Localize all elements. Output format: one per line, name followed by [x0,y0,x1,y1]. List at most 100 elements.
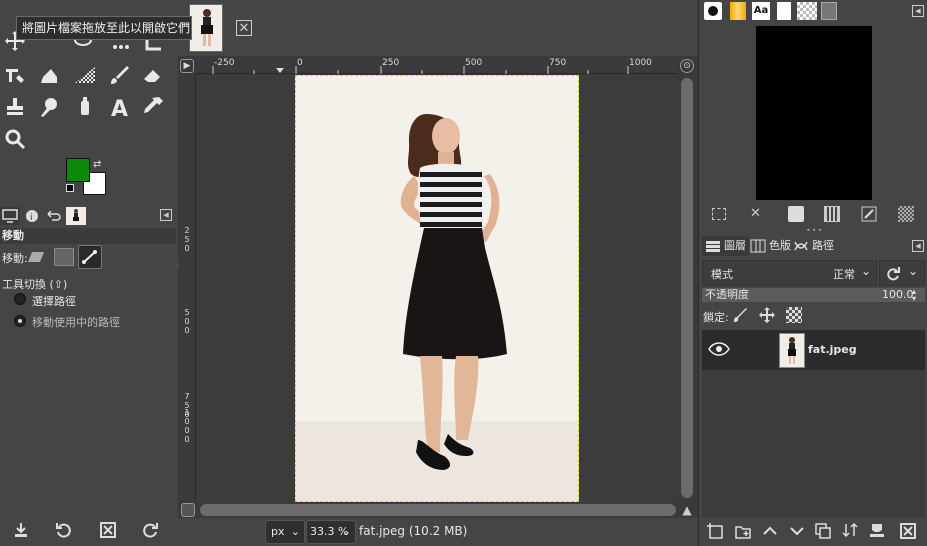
brushes-dock-tabs: Aa ◀ [700,0,927,24]
radio-move-active-path[interactable] [14,315,26,327]
zoom-select[interactable]: 33.3 % ⌄ [306,520,356,544]
image-canvas[interactable] [295,75,579,502]
layer-row[interactable]: fat.jpeg [702,330,925,370]
ruler-label: 0 [184,426,190,435]
transform-icon[interactable] [0,60,30,90]
fonts-tab-icon[interactable]: Aa [752,2,770,20]
pattern-edit-icon[interactable] [861,206,877,222]
drop-tooltip: 將圖片檔案拖放至此以開啟它們 [16,16,192,40]
new-layer-group-icon[interactable] [732,520,754,542]
ruler-label: 5 [184,308,190,317]
columns-icon[interactable] [824,206,840,222]
templates-tab-icon[interactable] [797,2,817,20]
horizontal-scrollbar-thumb[interactable] [200,504,676,516]
mode-value: 正常 [833,268,855,281]
spin-arrows-icon[interactable]: ▴ ▾ [912,288,916,303]
reset-options-icon[interactable] [138,518,162,542]
unit-select[interactable]: px ⌄ [265,520,305,544]
patterns-tab-icon[interactable] [730,2,746,20]
restore-options-icon[interactable] [52,518,76,542]
tool-options-tab-icon[interactable] [0,207,20,225]
eye-icon[interactable] [708,342,730,356]
ruler-label: 0 [184,326,190,335]
new-layer-icon[interactable] [705,520,727,542]
svg-text:i: i [30,213,33,223]
smudge-icon[interactable] [34,92,64,122]
duplicate-layer-icon[interactable] [812,520,834,542]
undo-history-tab-icon[interactable] [44,207,64,225]
delete-options-icon[interactable] [96,518,120,542]
tab-paths-label: 路徑 [812,239,834,252]
lock-alpha-icon[interactable] [786,307,802,323]
close-icon[interactable]: ✕ [750,206,761,221]
eraser-icon[interactable] [138,60,168,90]
tool-options-title: 移動 [0,228,176,244]
documents-tab-icon[interactable] [777,2,791,20]
bucket-fill-icon[interactable] [34,60,64,90]
ruler-label: 0 [184,417,190,426]
ruler-label: 0 [184,317,190,326]
opacity-slider[interactable]: 不透明度 100.0 ▴ ▾ [702,288,925,303]
layer-mask-icon[interactable] [866,520,888,542]
move-selection-mode-icon[interactable] [54,248,74,266]
edit-icon[interactable] [788,206,804,222]
layer-name[interactable]: fat.jpeg [808,343,857,356]
opacity-label: 不透明度 [705,288,749,301]
color-picker-icon[interactable] [138,92,168,122]
dodge-icon[interactable] [70,92,100,122]
layer-mode-select[interactable]: 模式 正常 ⌄ [702,260,877,286]
paintbrush-icon[interactable] [104,60,134,90]
toolbox: A ⇄ i ◀ 移動 移動: 工具切換 (⇧) 選擇路徑 移動使用中的路徑 [0,0,176,546]
opacity-value: 100.0 [882,288,914,301]
tool-options-tabs: i ◀ [0,205,176,227]
vertical-scrollbar-thumb[interactable] [681,78,693,498]
grid-icon[interactable] [898,206,914,222]
dock-menu-icon[interactable]: ◀ [912,240,924,252]
file-info: fat.jpeg (10.2 MB) [359,524,468,538]
radio-pick-path[interactable] [14,293,26,305]
navigation-preview[interactable] [756,26,872,200]
delete-layer-icon[interactable] [897,520,919,542]
vertical-ruler[interactable]: 2 5 0 5 0 0 7 5 0 1 1 0 0 0 [180,74,196,502]
horizontal-ruler[interactable]: -250 0 250 500 750 1000 [196,58,678,74]
clone-icon[interactable] [0,92,30,122]
tab-layers[interactable]: 圖層 [702,236,749,256]
default-colors-icon[interactable] [66,184,74,192]
ruler-label: 0 [184,244,190,253]
select-area-icon[interactable] [712,208,726,220]
toolbox-resize-handle[interactable]: ⋮ [174,261,182,282]
ruler-label: 7 [184,392,190,401]
save-options-icon[interactable] [9,518,33,542]
text-tool-icon[interactable]: A [104,92,134,122]
merge-down-icon[interactable] [839,520,861,542]
quick-mask-toggle-icon[interactable] [181,503,195,517]
zoom-to-fit-icon[interactable]: ⊙ [680,59,694,73]
navigation-tab-icon[interactable] [821,2,837,20]
move-label: 移動: [2,252,28,265]
move-path-mode-icon[interactable] [78,245,102,269]
swap-colors-icon[interactable]: ⇄ [93,159,101,170]
lock-position-icon[interactable] [759,307,775,323]
quick-mask-menu-icon[interactable]: ▶ [180,59,194,73]
image-tab-thumbnail[interactable] [189,4,223,52]
zoom-tool-icon[interactable] [0,124,30,154]
chevron-down-icon: ⌄ [290,525,300,538]
gradient-icon[interactable] [70,60,100,90]
lock-pixels-icon[interactable] [732,307,748,323]
ruler-label: 1 [184,408,190,417]
foreground-color-swatch[interactable] [66,158,90,182]
tab-paths[interactable]: 路徑 [790,236,837,256]
raise-layer-icon[interactable] [759,520,781,542]
device-status-tab-icon[interactable]: i [22,207,42,225]
close-tab-icon[interactable]: ✕ [236,20,252,36]
lower-layer-icon[interactable] [786,520,808,542]
dock-menu-icon[interactable]: ◀ [912,5,924,17]
layer-mode-reset[interactable]: ⌄ [879,260,925,286]
ruler-label: 5 [184,235,190,244]
dock-menu-icon[interactable]: ◀ [160,209,172,221]
tab-channels[interactable]: 色版 [747,236,794,256]
images-tab-icon[interactable] [66,207,86,225]
brushes-tab-icon[interactable] [704,2,722,20]
move-layer-mode-icon[interactable] [28,248,48,266]
navigate-icon[interactable]: ▲ [680,503,694,517]
